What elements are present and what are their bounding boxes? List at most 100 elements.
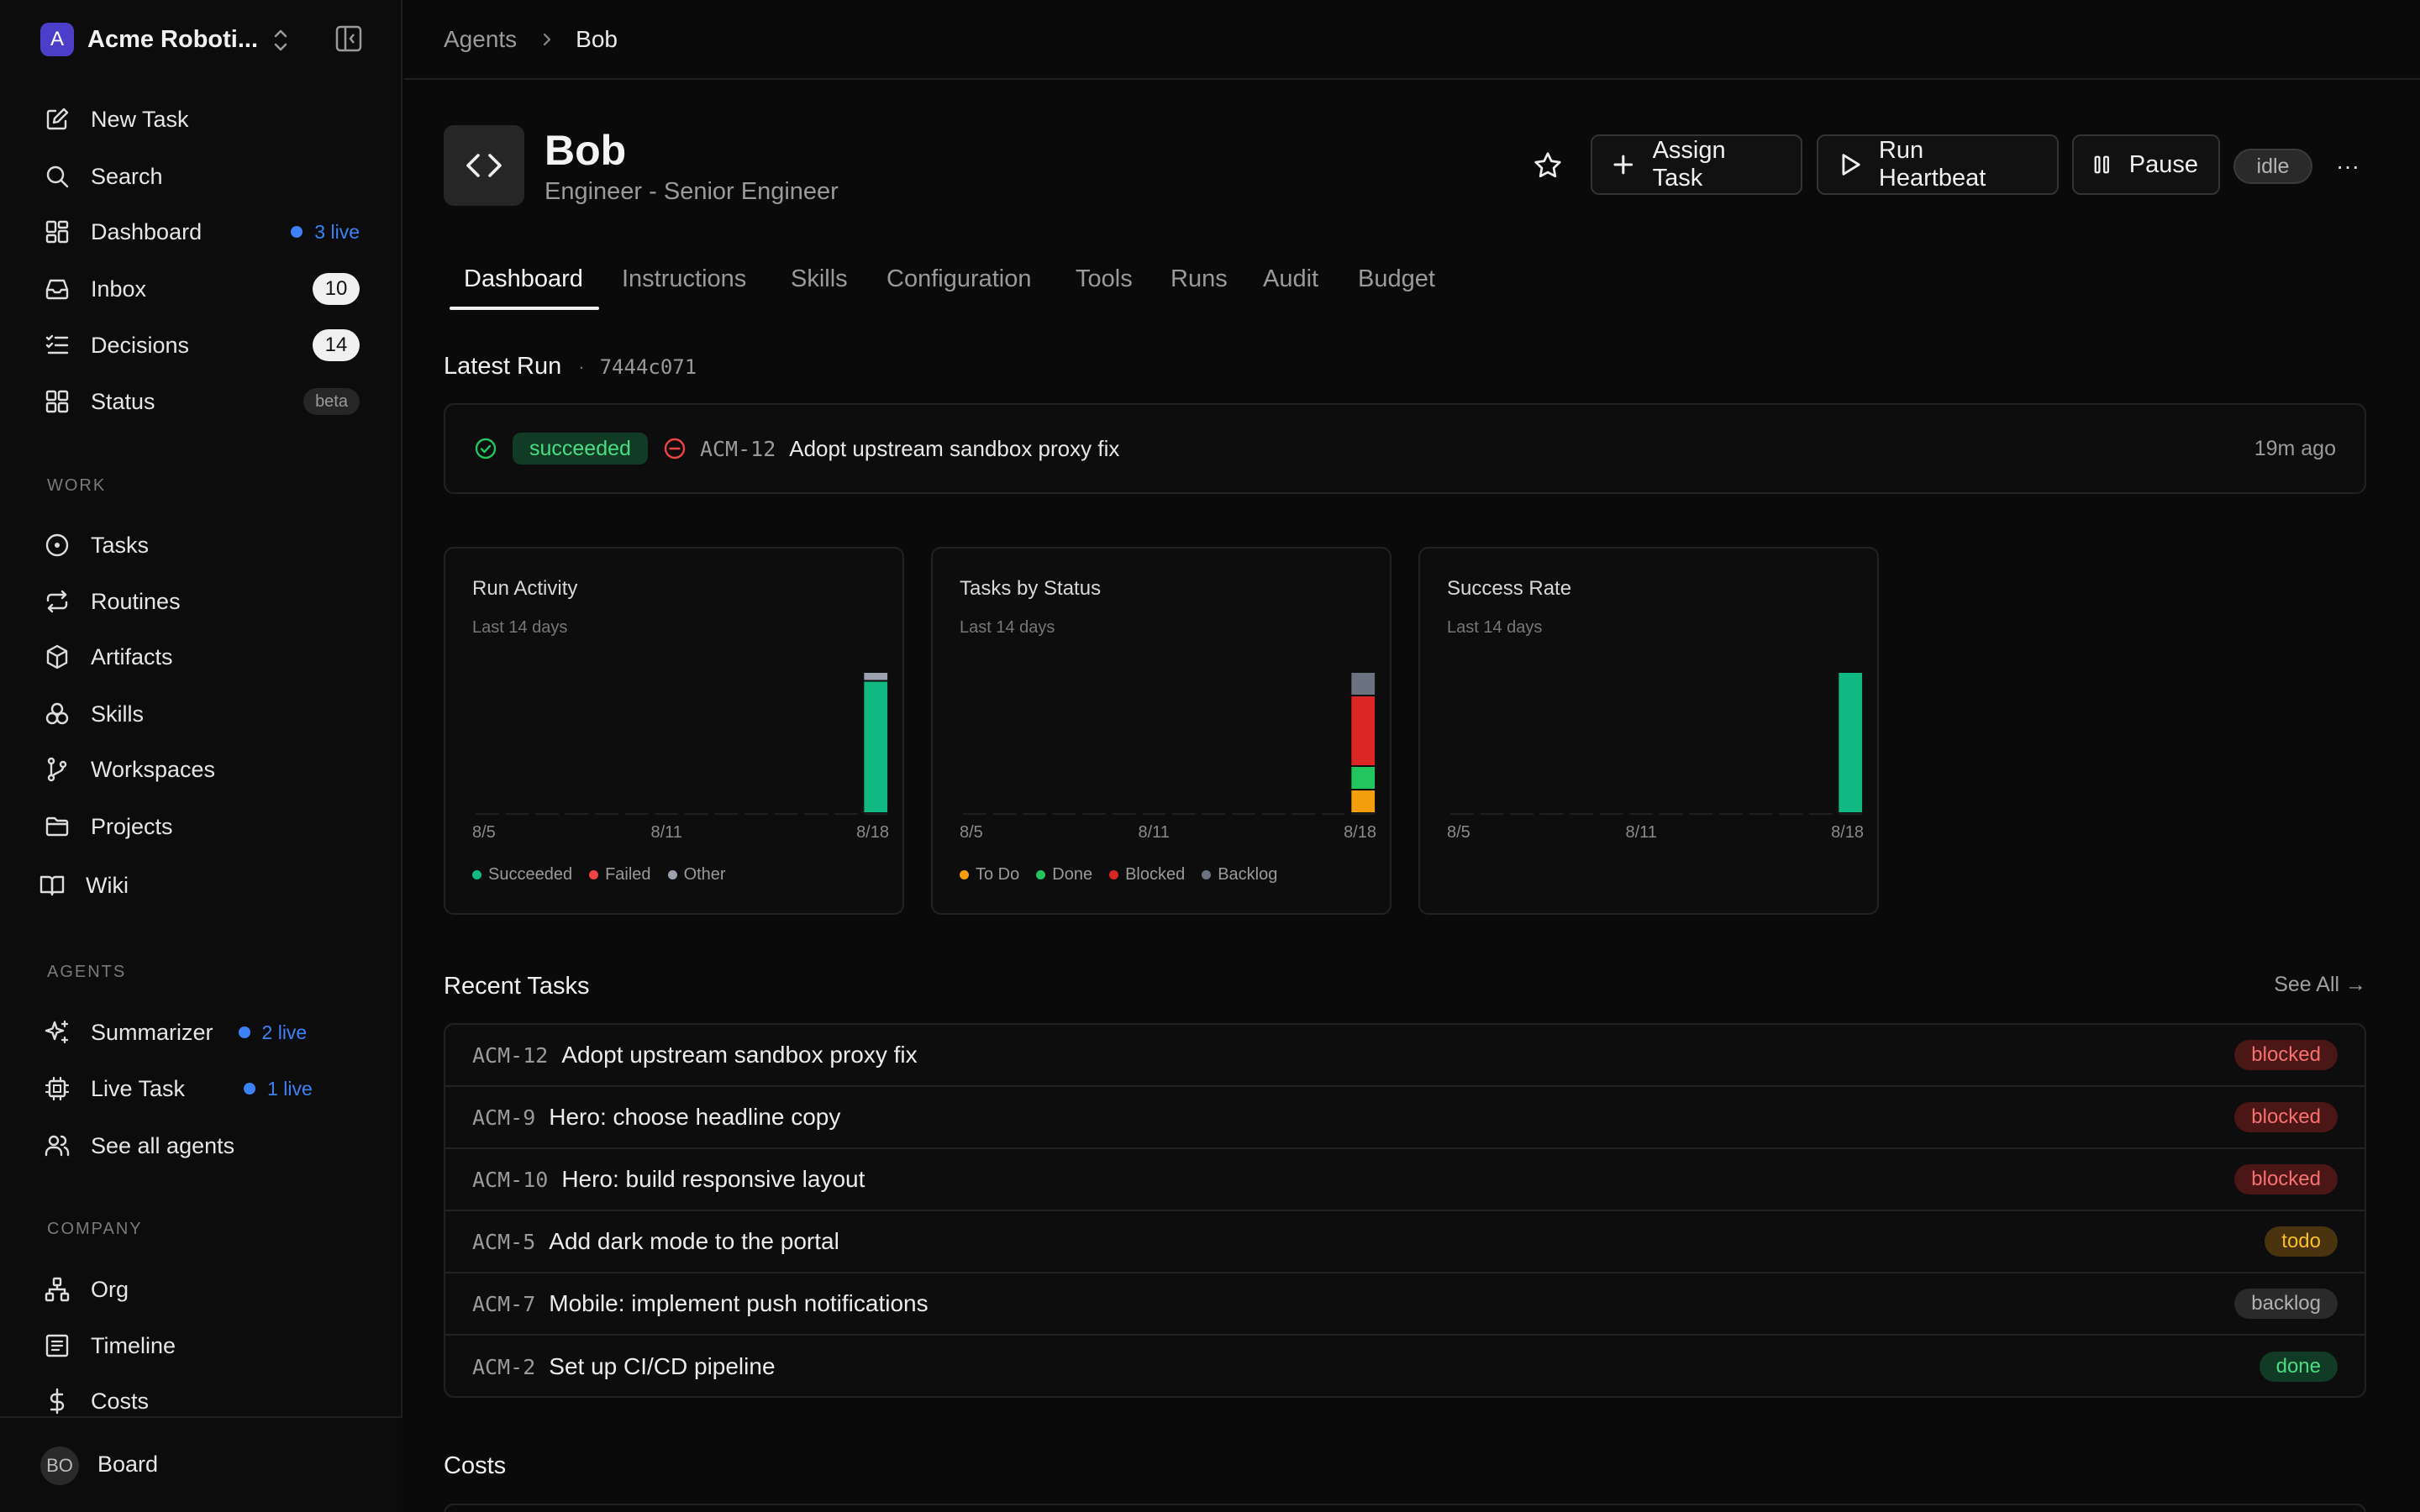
nav-routines[interactable]: Routines	[44, 581, 360, 622]
nav-label: Inbox	[91, 276, 147, 302]
legend-swatch	[589, 870, 599, 879]
tab-dashboard[interactable]: Dashboard	[464, 265, 583, 293]
nav-label: Org	[91, 1276, 129, 1302]
run-status-badge: succeeded	[513, 433, 648, 465]
status-badge: done	[2259, 1352, 2338, 1382]
live-count: 2 live	[261, 1021, 308, 1043]
chart-legend: Succeeded Failed Other	[472, 865, 743, 885]
nav-label: See all agents	[91, 1132, 235, 1158]
task-id: ACM-10	[472, 1167, 549, 1192]
org-icon	[45, 1277, 70, 1302]
status-badge: todo	[2265, 1226, 2338, 1257]
bar-segment	[1351, 767, 1376, 789]
dollar-icon	[50, 1388, 65, 1415]
legend-item: Blocked	[1109, 865, 1185, 885]
cpu-icon	[45, 1076, 70, 1101]
table-row[interactable]: ACM-12 Adopt upstream sandbox proxy fix …	[445, 1025, 2365, 1087]
nav-see-all-agents[interactable]: See all agents	[44, 1126, 360, 1166]
legend-label: Backlog	[1218, 865, 1278, 884]
nav-status[interactable]: Status beta	[44, 381, 360, 422]
nav-wiki[interactable]: Wiki	[39, 865, 355, 906]
bar-segment	[1351, 790, 1376, 812]
nav-workspaces[interactable]: Workspaces	[44, 749, 360, 790]
nav-projects[interactable]: Projects	[44, 806, 360, 847]
nav-skills[interactable]: Skills	[44, 694, 360, 734]
run-heartbeat-button[interactable]: Run Heartbeat	[1817, 134, 2059, 195]
bar-segment	[1351, 673, 1376, 695]
table-row[interactable]: ACM-7 Mobile: implement push notificatio…	[445, 1273, 2365, 1336]
nav-agent-summarizer[interactable]: Summarizer 2 live	[44, 1012, 360, 1053]
see-all-link[interactable]: See All →	[2274, 973, 2366, 997]
latest-run-card[interactable]: succeeded ACM-12 Adopt upstream sandbox …	[444, 403, 2366, 494]
nav-inbox[interactable]: Inbox 10	[44, 269, 360, 309]
checklist-icon	[45, 334, 69, 354]
edit-icon	[46, 108, 69, 130]
tab-instructions[interactable]: Instructions	[622, 265, 746, 293]
nav-label: Costs	[91, 1388, 150, 1414]
decisions-count-badge: 14	[313, 329, 360, 361]
live-count: 1 live	[267, 1077, 313, 1100]
nav-artifacts[interactable]: Artifacts	[44, 637, 360, 677]
sidebar-footer[interactable]: BO Board	[0, 1416, 402, 1512]
sidebar-collapse-icon[interactable]	[334, 24, 363, 54]
nav-org[interactable]: Org	[44, 1269, 360, 1310]
nav-label: Workspaces	[91, 756, 216, 782]
table-row[interactable]: ACM-5 Add dark mode to the portal todo	[445, 1211, 2365, 1273]
breadcrumb-agents[interactable]: Agents	[444, 26, 517, 53]
status-badge: backlog	[2234, 1289, 2338, 1319]
nav-label: Summarizer	[91, 1019, 213, 1045]
table-row[interactable]: ACM-9 Hero: choose headline copy blocked	[445, 1087, 2365, 1149]
book-icon	[39, 875, 65, 896]
repeat-icon	[46, 590, 68, 613]
table-row[interactable]: ACM-10 Hero: build responsive layout blo…	[445, 1149, 2365, 1211]
legend-swatch	[1202, 870, 1212, 879]
bar-segment	[1839, 673, 1863, 812]
assign-task-button[interactable]: Assign Task	[1591, 134, 1802, 195]
nav-timeline[interactable]: Timeline	[44, 1326, 360, 1366]
nav-agent-live-task[interactable]: Live Task 1 live	[44, 1068, 360, 1109]
task-id: ACM-9	[472, 1105, 536, 1130]
success-rate-plot: 8/5 8/11 8/18	[1447, 673, 1864, 842]
nav-costs[interactable]: Costs	[44, 1381, 360, 1421]
tab-audit[interactable]: Audit	[1263, 265, 1318, 293]
nav-label: Timeline	[91, 1332, 176, 1358]
nav-dashboard[interactable]: Dashboard 3 live	[44, 212, 360, 252]
nav-tasks[interactable]: Tasks	[44, 525, 360, 565]
minus-circle-icon	[664, 438, 686, 459]
tab-configuration[interactable]: Configuration	[886, 265, 1032, 293]
run-task-id: ACM-12	[699, 436, 776, 461]
task-title: Set up CI/CD pipeline	[549, 1353, 776, 1379]
nav-search[interactable]: Search	[44, 156, 360, 197]
tab-tools[interactable]: Tools	[1076, 265, 1133, 293]
recent-tasks-heading: Recent Tasks	[444, 973, 590, 1000]
tab-budget[interactable]: Budget	[1358, 265, 1435, 293]
favorite-button[interactable]	[1529, 147, 1566, 184]
grid-icon	[45, 390, 69, 413]
timeline-icon	[45, 1334, 69, 1357]
nav-label: Projects	[91, 813, 173, 839]
table-row[interactable]: ACM-2 Set up CI/CD pipeline done	[445, 1336, 2365, 1396]
pause-button[interactable]: Pause	[2072, 134, 2220, 195]
inbox-count-badge: 10	[313, 273, 360, 305]
inbox-icon	[45, 279, 69, 300]
workspace-switcher[interactable]: A Acme Roboti...	[40, 22, 368, 57]
nav-decisions[interactable]: Decisions 14	[44, 325, 360, 365]
task-title: Hero: choose headline copy	[549, 1104, 841, 1130]
tab-skills[interactable]: Skills	[791, 265, 848, 293]
more-horizontal-icon: ···	[2336, 153, 2360, 179]
tick-label: 8/11	[1138, 823, 1169, 842]
live-indicator: 2 live	[238, 1021, 308, 1044]
separator-dot: ·	[578, 355, 585, 377]
chart-legend: To Do Done Blocked Backlog	[960, 865, 1294, 885]
nav-label: New Task	[91, 106, 189, 132]
run-id[interactable]: 7444c071	[600, 355, 697, 379]
nav-new-task[interactable]: New Task	[44, 99, 360, 139]
more-options-button[interactable]: ···	[2331, 150, 2365, 183]
task-title: Hero: build responsive layout	[561, 1166, 865, 1192]
legend-swatch	[1036, 870, 1046, 879]
legend-label: Done	[1052, 865, 1093, 884]
assign-task-label: Assign Task	[1652, 137, 1726, 192]
run-task-title: Adopt upstream sandbox proxy fix	[789, 435, 1120, 461]
task-id: ACM-5	[472, 1229, 536, 1254]
tab-runs[interactable]: Runs	[1171, 265, 1228, 293]
